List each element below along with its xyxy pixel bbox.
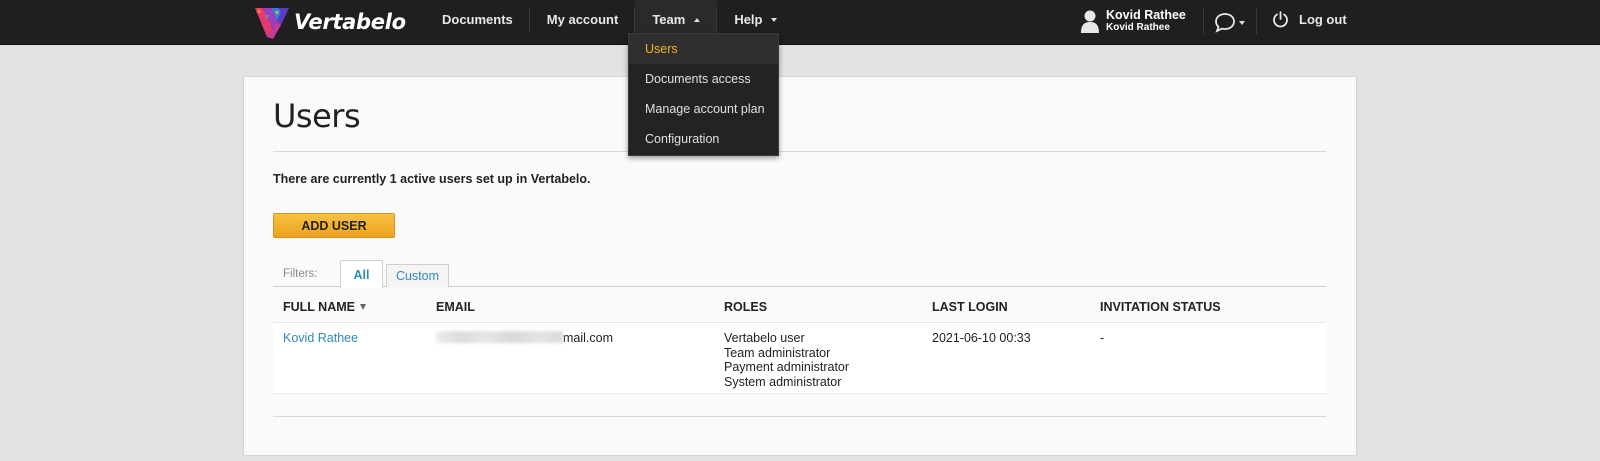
vertabelo-logo-icon bbox=[255, 8, 289, 39]
divider bbox=[273, 151, 1326, 152]
redacted-email-blur bbox=[436, 331, 563, 343]
logout-button[interactable]: Log out bbox=[1272, 11, 1347, 28]
tab-all[interactable]: All bbox=[340, 260, 383, 288]
user-subname: Kovid Rathee bbox=[1106, 22, 1170, 33]
team-dropdown-menu: Users Documents access Manage account pl… bbox=[628, 33, 779, 156]
nav-my-account-label: My account bbox=[546, 12, 619, 27]
divider bbox=[273, 416, 1326, 417]
menu-item-configuration[interactable]: Configuration bbox=[629, 124, 778, 154]
nav-documents[interactable]: Documents bbox=[425, 0, 530, 45]
roles-cell: Vertabelo user Team administrator Paymen… bbox=[724, 331, 849, 389]
divider bbox=[1256, 8, 1257, 34]
chat-menu-button[interactable] bbox=[1214, 11, 1245, 33]
role-item: Team administrator bbox=[724, 345, 831, 360]
user-avatar-icon bbox=[1081, 10, 1099, 33]
caret-up-icon bbox=[694, 18, 701, 22]
user-name: Kovid Rathee bbox=[1106, 8, 1186, 22]
menu-item-users[interactable]: Users bbox=[629, 34, 778, 64]
chat-bubble-icon bbox=[1215, 13, 1235, 33]
caret-down-icon bbox=[771, 18, 778, 22]
tab-custom[interactable]: Custom bbox=[386, 264, 449, 287]
sort-desc-icon[interactable] bbox=[360, 304, 366, 310]
nav-documents-label: Documents bbox=[442, 12, 513, 27]
role-item: Payment administrator bbox=[724, 360, 850, 374]
nav-team-label: Team bbox=[652, 12, 686, 27]
logout-label: Log out bbox=[1299, 12, 1347, 27]
email-cell: mail.com bbox=[436, 331, 613, 346]
active-users-summary: There are currently 1 active users set u… bbox=[273, 172, 591, 186]
nav-help-label: Help bbox=[734, 12, 763, 27]
top-navigation-bar: Vertabelo Documents My account Team Help… bbox=[0, 0, 1600, 45]
logo-text: Vertabelo bbox=[294, 10, 406, 34]
column-header-label: FULL NAME bbox=[283, 300, 355, 314]
column-header-full-name[interactable]: FULL NAME bbox=[283, 300, 366, 314]
main-panel: Users There are currently 1 active users… bbox=[243, 76, 1357, 456]
last-login-cell: 2021-06-10 00:33 bbox=[932, 331, 1031, 345]
user-profile[interactable]: Kovid Rathee Kovid Rathee bbox=[1080, 6, 1186, 36]
column-header-last-login[interactable]: LAST LOGIN bbox=[932, 300, 1008, 314]
column-header-invitation-status[interactable]: INVITATION STATUS bbox=[1100, 300, 1221, 314]
column-header-roles[interactable]: ROLES bbox=[724, 300, 767, 314]
role-item: Vertabelo user bbox=[724, 331, 805, 345]
column-header-email[interactable]: EMAIL bbox=[436, 300, 475, 314]
invitation-status-cell: - bbox=[1100, 331, 1105, 345]
caret-down-icon bbox=[1239, 21, 1245, 25]
email-visible-part: mail.com bbox=[563, 331, 614, 345]
add-user-button[interactable]: ADD USER bbox=[273, 213, 395, 238]
role-item: System administrator bbox=[724, 374, 842, 389]
filters-label: Filters: bbox=[283, 268, 318, 280]
nav-my-account[interactable]: My account bbox=[530, 0, 636, 45]
table-row: Kovid Rathee mail.com Vertabelo user Tea… bbox=[273, 323, 1326, 394]
divider bbox=[1203, 8, 1204, 34]
menu-item-manage-account-plan[interactable]: Manage account plan bbox=[629, 94, 778, 124]
user-name-link[interactable]: Kovid Rathee bbox=[283, 331, 358, 345]
filter-tabs: Filters: All Custom bbox=[273, 260, 1326, 288]
page-title: Users bbox=[273, 97, 361, 135]
power-icon bbox=[1273, 11, 1288, 28]
vertabelo-logo[interactable]: Vertabelo bbox=[253, 5, 406, 39]
menu-item-documents-access[interactable]: Documents access bbox=[629, 64, 778, 94]
